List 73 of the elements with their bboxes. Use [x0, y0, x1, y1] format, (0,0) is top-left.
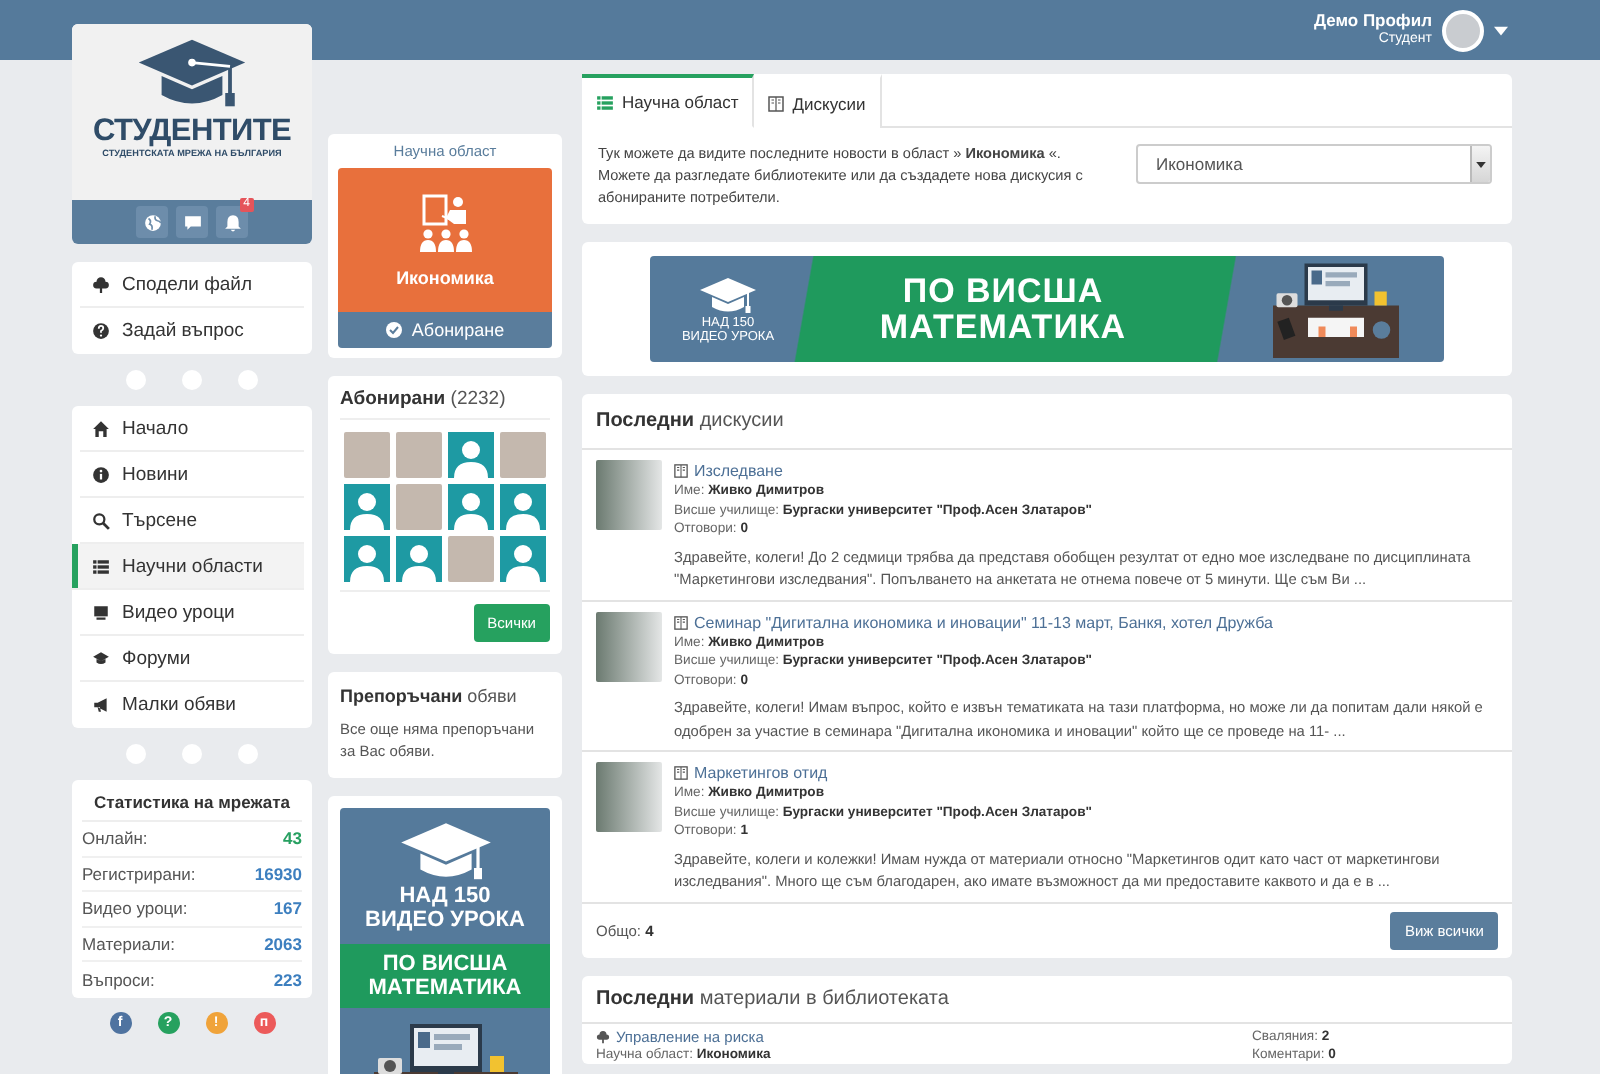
subscribe-button[interactable]: Абониране: [338, 312, 552, 348]
discussions-title: Последни дискусии: [582, 394, 1512, 450]
menu-item[interactable]: Видео уроци: [80, 590, 304, 636]
list-icon: [596, 93, 614, 111]
stat-value: 223: [273, 969, 302, 990]
user-silhouette-icon: [344, 536, 390, 582]
photo-placeholder[interactable]: [596, 611, 662, 681]
user-name[interactable]: Демо Профил: [1313, 10, 1432, 30]
stat-label: Видео уроци:: [82, 898, 188, 919]
caret-icon: [1476, 161, 1486, 167]
discussion-link[interactable]: Маркетингов отид: [674, 762, 1498, 784]
photo-placeholder[interactable]: [596, 762, 662, 832]
discussion-link[interactable]: Семинар "Дигитална икономика и иновации" 11-13 март, Банкя, хотел Дружба: [674, 611, 1498, 633]
graduation-cap-icon: [397, 820, 493, 884]
user-silhouette-icon: [448, 432, 494, 478]
user-silhouette-icon: [500, 484, 546, 530]
search-icon: [92, 511, 110, 529]
megaphone-icon: [92, 696, 110, 714]
menu-item[interactable]: Начало: [80, 406, 304, 452]
book-icon: [674, 766, 688, 780]
area-name: Икономика: [396, 267, 494, 287]
ad-banner[interactable]: НАД 150 ВИДЕО УРОКА ПО ВИСША МАТЕМАТИКА: [340, 808, 550, 1074]
area-tile[interactable]: Икономика: [338, 168, 552, 312]
recommended-title: Препоръчани обяви: [340, 686, 519, 706]
stat-label: Въпроси:: [82, 969, 155, 990]
menu-item[interactable]: Научни области: [72, 544, 304, 590]
stat-label: Регистрирани:: [82, 863, 196, 884]
globe-icon: [143, 213, 161, 231]
book-icon: [674, 615, 688, 629]
book-icon: [768, 95, 785, 111]
menu-item[interactable]: Новини: [80, 452, 304, 498]
stat-label: Материали:: [82, 933, 176, 954]
home-icon: [92, 419, 110, 437]
menu-item[interactable]: Сподели файл: [80, 262, 304, 308]
graduation-cap-icon: [92, 649, 110, 667]
user-silhouette-icon: [448, 484, 494, 530]
menu-item[interactable]: Задай въпрос: [80, 308, 304, 354]
stats-title: Статистика на мрежата: [82, 780, 302, 822]
user-silhouette-icon: [344, 484, 390, 530]
question-icon: [92, 322, 110, 340]
stat-value: 2063: [264, 933, 302, 954]
graduation-cap-icon: [698, 275, 758, 315]
globe-button[interactable]: [136, 206, 168, 238]
monitor-icon: [92, 603, 110, 621]
menu-item[interactable]: Форуми: [80, 636, 304, 682]
chat-icon: [183, 213, 201, 231]
check-circle-icon: [385, 322, 402, 338]
subscribers-title: Абонирани (2232): [340, 388, 550, 420]
graduation-cap-icon: [134, 36, 250, 112]
stat-value: 16930: [254, 863, 302, 884]
cloud-upload-icon: [92, 275, 110, 293]
list-icon: [92, 557, 110, 575]
materials-title: Последни материали в библиотеката: [582, 975, 1512, 1023]
stat-label: Онлайн:: [82, 828, 148, 849]
user-silhouette-icon: [396, 536, 442, 582]
tab[interactable]: Научна област: [582, 74, 755, 128]
cloud-upload-icon: [596, 1029, 610, 1043]
discussion-link[interactable]: Изследване: [674, 460, 1498, 482]
teacher-icon: [415, 193, 475, 257]
caret-icon: [1494, 25, 1508, 35]
notifications-button[interactable]: [216, 206, 248, 238]
book-icon: [674, 464, 688, 478]
user-silhouette-icon: [500, 536, 546, 582]
tab[interactable]: Дискусии: [754, 74, 882, 128]
bell-icon: [223, 213, 241, 231]
stat-value: 43: [283, 828, 302, 849]
avatar-placeholder[interactable]: [1442, 9, 1484, 51]
stat-value: 167: [273, 898, 302, 919]
info-icon: [92, 465, 110, 483]
photo-placeholder[interactable]: [596, 460, 662, 530]
area-select[interactable]: Икономика: [1136, 144, 1492, 184]
messages-button[interactable]: [176, 206, 208, 238]
menu-item[interactable]: Малки обяви: [80, 682, 304, 728]
